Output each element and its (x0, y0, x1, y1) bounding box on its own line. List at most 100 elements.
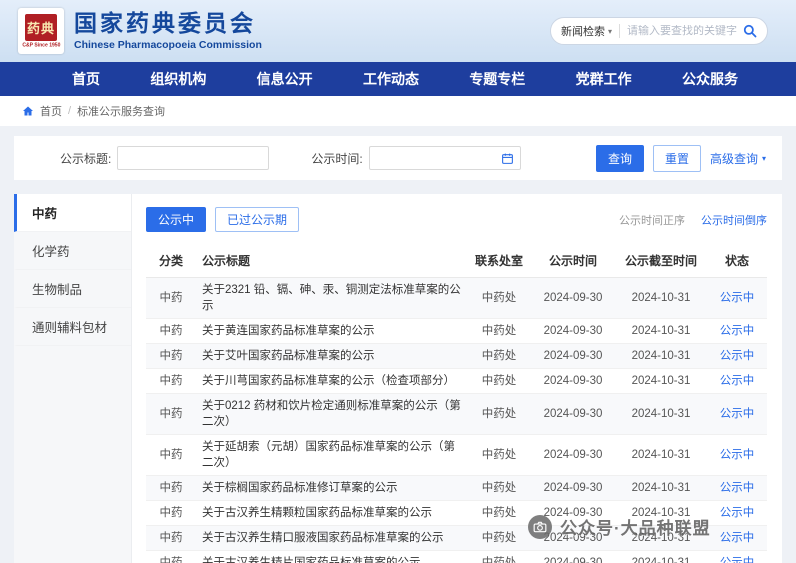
table-row: 中药 关于川芎国家药品标准草案的公示（检查项部分） 中药处 2024-09-30… (146, 368, 767, 394)
sort-time-ascending-link[interactable]: 公示时间正序 (619, 212, 685, 228)
row-status-link[interactable]: 公示中 (720, 507, 755, 519)
row-start-date: 2024-09-30 (531, 277, 615, 319)
row-office: 中药处 (467, 550, 531, 563)
row-end-date: 2024-10-31 (615, 343, 707, 369)
row-category: 中药 (146, 475, 196, 501)
header-status: 状态 (707, 244, 767, 278)
row-category: 中药 (146, 434, 196, 476)
nav-item-home[interactable]: 首页 (72, 69, 100, 89)
advanced-query-button[interactable]: 高级查询 ▾ (710, 150, 766, 167)
filter-bar: 公示标题: 公示时间: 查询 重置 高级查询 ▾ (14, 136, 782, 180)
row-category: 中药 (146, 368, 196, 394)
row-end-date: 2024-10-31 (615, 550, 707, 563)
row-end-date: 2024-10-31 (615, 525, 707, 551)
logo-caption: C&P Since 1950 (22, 42, 61, 48)
sidebar-item-excipients[interactable]: 通则辅料包材 (14, 308, 131, 346)
header-end-date: 公示截至时间 (615, 244, 707, 278)
row-title-link[interactable]: 关于黄连国家药品标准草案的公示 (196, 318, 467, 344)
brand-block: 国家药典委员会 Chinese Pharmacopoeia Commission (74, 10, 262, 51)
sidebar-item-chemical[interactable]: 化学药 (14, 232, 131, 270)
search-category-dropdown[interactable]: 新闻检索 ▾ (561, 23, 612, 39)
row-status-link[interactable]: 公示中 (720, 408, 755, 420)
filter-date-field[interactable] (368, 146, 521, 170)
row-category: 中药 (146, 393, 196, 435)
row-end-date: 2024-10-31 (615, 393, 707, 435)
reset-button[interactable]: 重置 (652, 144, 701, 172)
row-category: 中药 (146, 318, 196, 344)
logo-seal-icon: 药典 (25, 13, 57, 41)
results-panel: 公示中 已过公示期 公示时间正序 公示时间倒序 分类 公示标题 联系处室 公示时… (132, 194, 782, 563)
table-row: 中药 关于艾叶国家药品标准草案的公示 中药处 2024-09-30 2024-1… (146, 343, 767, 369)
tabs-row: 公示中 已过公示期 公示时间正序 公示时间倒序 (146, 207, 767, 232)
table-row: 中药 关于古汉养生精颗粒国家药品标准草案的公示 中药处 2024-09-30 2… (146, 500, 767, 526)
row-office: 中药处 (467, 368, 531, 394)
row-title-link[interactable]: 关于川芎国家药品标准草案的公示（检查项部分） (196, 368, 467, 394)
table-row: 中药 关于古汉养生精口服液国家药品标准草案的公示 中药处 2024-09-30 … (146, 525, 767, 551)
table-row: 中药 关于2321 铅、镉、砷、汞、铜测定法标准草案的公示 中药处 2024-0… (146, 277, 767, 319)
row-start-date: 2024-09-30 (531, 475, 615, 501)
row-title-link[interactable]: 关于古汉养生精口服液国家药品标准草案的公示 (196, 525, 467, 551)
breadcrumb: 首页 / 标准公示服务查询 (0, 96, 796, 126)
row-office: 中药处 (467, 277, 531, 319)
tab-publicity-expired[interactable]: 已过公示期 (215, 207, 300, 232)
nav-item-info-disclosure[interactable]: 信息公开 (257, 69, 313, 89)
main-nav: 首页 组织机构 信息公开 工作动态 专题专栏 党群工作 公众服务 (0, 62, 796, 96)
row-status-link[interactable]: 公示中 (720, 557, 755, 563)
row-status-link[interactable]: 公示中 (720, 532, 755, 544)
site-header: 药典 C&P Since 1950 国家药典委员会 Chinese Pharma… (0, 0, 796, 62)
row-office: 中药处 (467, 500, 531, 526)
nav-item-special-topics[interactable]: 专题专栏 (469, 69, 525, 89)
filter-time-label: 公示时间: (311, 151, 363, 166)
nav-item-party-work[interactable]: 党群工作 (576, 69, 632, 89)
pharmacopoeia-logo[interactable]: 药典 C&P Since 1950 (18, 8, 64, 54)
filter-title-input[interactable] (117, 146, 270, 170)
filter-date-input[interactable] (375, 151, 501, 165)
sort-time-descending-link[interactable]: 公示时间倒序 (701, 212, 767, 228)
row-category: 中药 (146, 500, 196, 526)
main-card: 中药 化学药 生物制品 通则辅料包材 公示中 已过公示期 公示时间正序 公示时间… (14, 194, 782, 563)
row-status-link[interactable]: 公示中 (720, 350, 755, 362)
publicity-table: 分类 公示标题 联系处室 公示时间 公示截至时间 状态 中药 关于2321 铅、… (146, 244, 767, 563)
row-status-link[interactable]: 公示中 (720, 449, 755, 461)
row-status-link[interactable]: 公示中 (720, 292, 755, 304)
row-start-date: 2024-09-30 (531, 525, 615, 551)
row-title-link[interactable]: 关于2321 铅、镉、砷、汞、铜测定法标准草案的公示 (196, 277, 467, 319)
table-row: 中药 关于古汉养生精片国家药品标准草案的公示 中药处 2024-09-30 20… (146, 550, 767, 563)
row-status-link[interactable]: 公示中 (720, 482, 755, 494)
query-button[interactable]: 查询 (595, 144, 644, 172)
category-sidebar: 中药 化学药 生物制品 通则辅料包材 (14, 194, 132, 563)
search-divider (619, 24, 621, 38)
row-category: 中药 (146, 525, 196, 551)
advanced-query-label: 高级查询 (709, 151, 758, 166)
row-title-link[interactable]: 关于艾叶国家药品标准草案的公示 (196, 343, 467, 369)
row-title-link[interactable]: 关于延胡索（元胡）国家药品标准草案的公示（第二次） (196, 434, 467, 476)
row-status-link[interactable]: 公示中 (720, 325, 755, 337)
row-end-date: 2024-10-31 (615, 434, 707, 476)
header-start-date: 公示时间 (531, 244, 615, 278)
nav-item-organization[interactable]: 组织机构 (150, 69, 206, 89)
row-title-link[interactable]: 关于0212 药材和饮片检定通则标准草案的公示（第二次） (196, 393, 467, 435)
header-category: 分类 (146, 244, 196, 278)
search-input[interactable] (627, 25, 739, 37)
row-start-date: 2024-09-30 (531, 368, 615, 394)
sidebar-item-biologics[interactable]: 生物制品 (14, 270, 131, 308)
row-office: 中药处 (467, 475, 531, 501)
sidebar-item-tcm[interactable]: 中药 (14, 194, 131, 232)
home-icon[interactable] (22, 105, 34, 117)
row-end-date: 2024-10-31 (615, 368, 707, 394)
nav-item-public-services[interactable]: 公众服务 (682, 69, 738, 89)
breadcrumb-home-link[interactable]: 首页 (40, 103, 62, 119)
tab-in-publicity[interactable]: 公示中 (146, 207, 207, 232)
filter-actions: 查询 重置 高级查询 ▾ (595, 144, 766, 172)
nav-item-work-dynamics[interactable]: 工作动态 (363, 69, 419, 89)
site-title: 国家药典委员会 (74, 10, 256, 37)
row-start-date: 2024-09-30 (531, 434, 615, 476)
row-title-link[interactable]: 关于古汉养生精片国家药品标准草案的公示 (196, 550, 467, 563)
search-icon[interactable] (743, 24, 757, 38)
calendar-icon[interactable] (501, 152, 514, 165)
row-status-link[interactable]: 公示中 (720, 375, 755, 387)
breadcrumb-separator: / (68, 105, 72, 117)
row-title-link[interactable]: 关于棕榈国家药品标准修订草案的公示 (196, 475, 467, 501)
row-title-link[interactable]: 关于古汉养生精颗粒国家药品标准草案的公示 (196, 500, 467, 526)
chevron-down-icon: ▾ (761, 153, 766, 163)
